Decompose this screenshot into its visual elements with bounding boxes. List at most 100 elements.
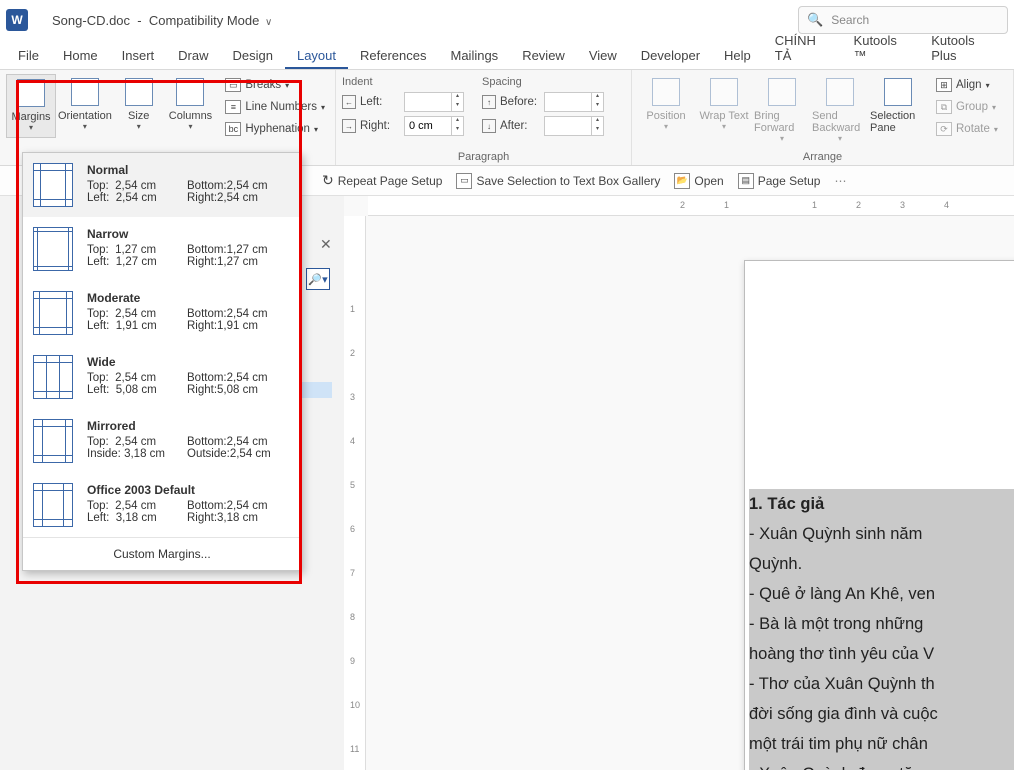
space-after-input[interactable]: ▴▾ [544, 116, 604, 136]
tab-kutools-plus[interactable]: Kutools Plus [919, 27, 1008, 69]
group-label: Group [956, 101, 988, 113]
columns-button[interactable]: Columns ▾ [166, 74, 216, 138]
margin-option-office-2003-default[interactable]: Office 2003 DefaultTop: 2,54 cmBottom:2,… [23, 473, 301, 537]
selpane-label: Selection Pane [870, 110, 926, 134]
tab-help[interactable]: Help [712, 42, 763, 69]
tab-layout[interactable]: Layout [285, 42, 348, 69]
space-before-input[interactable]: ▴▾ [544, 92, 604, 112]
horizontal-ruler[interactable]: 211234 [368, 196, 1014, 216]
indent-header: Indent [342, 76, 464, 88]
doc-line[interactable]: - Xuân Quỳnh được tặng [749, 759, 1014, 770]
indent-right-input[interactable]: ▴▾ [404, 116, 464, 136]
custom-margins-button[interactable]: Custom Margins... [23, 537, 301, 570]
selection-pane-icon [884, 78, 912, 106]
margins-icon [17, 79, 45, 107]
chevron-down-icon: ▾ [83, 122, 87, 131]
vertical-ruler[interactable]: 12345678910111213 [344, 216, 366, 770]
align-label: Align [956, 79, 982, 91]
tab-insert[interactable]: Insert [110, 42, 167, 69]
textbox-gallery-icon: ▭ [456, 173, 472, 189]
doc-line[interactable]: - Thơ của Xuân Quỳnh th [749, 669, 1014, 699]
margins-button[interactable]: Margins ▾ [6, 74, 56, 138]
space-before-icon: ↑ [482, 95, 496, 109]
margin-preview-icon [33, 163, 73, 207]
breaks-label: Breaks [245, 79, 281, 91]
doc-line[interactable]: một trái tim phụ nữ chân [749, 729, 1014, 759]
doc-line[interactable]: - Bà là một trong những [749, 609, 1014, 639]
search-placeholder: Search [831, 13, 869, 27]
tab-mailings[interactable]: Mailings [439, 42, 511, 69]
tab-file[interactable]: File [6, 42, 51, 69]
nav-highlight [302, 382, 332, 398]
send-backward-icon [826, 78, 854, 106]
group-icon: ⧉ [936, 100, 952, 114]
tab-home[interactable]: Home [51, 42, 110, 69]
spacing-header: Spacing [482, 76, 604, 88]
repeat-button[interactable]: ↻Repeat Page Setup [322, 172, 442, 189]
line-numbers-label: Line Numbers [245, 101, 317, 113]
overflow-button[interactable]: ⋯ [834, 174, 846, 188]
paragraph-group-label: Paragraph [342, 149, 625, 163]
doc-line[interactable]: hoàng thơ tình yêu của V [749, 639, 1014, 669]
tab-review[interactable]: Review [510, 42, 577, 69]
hyphenation-button[interactable]: bcHyphenation ▾ [221, 120, 329, 138]
rotate-icon: ⟳ [936, 122, 952, 136]
size-icon [125, 78, 153, 106]
margin-option-normal[interactable]: NormalTop: 2,54 cmBottom:2,54 cmLeft: 2,… [23, 153, 301, 217]
doc-line[interactable]: đời sống gia đình và cuộc [749, 699, 1014, 729]
doc-line[interactable]: 1. Tác giả [749, 489, 1014, 519]
margin-option-mirrored[interactable]: MirroredTop: 2,54 cmBottom:2,54 cmInside… [23, 409, 301, 473]
size-button[interactable]: Size ▾ [114, 74, 164, 138]
breaks-button[interactable]: ▭Breaks ▾ [221, 76, 329, 94]
tab-references[interactable]: References [348, 42, 438, 69]
chevron-down-icon[interactable]: ∨ [265, 17, 272, 28]
align-button[interactable]: ⊞Align ▾ [932, 76, 1002, 94]
selection-pane-button[interactable]: Selection Pane [870, 74, 926, 143]
search-pane-button[interactable]: 🔎▾ [306, 268, 330, 290]
margin-option-wide[interactable]: WideTop: 2,54 cmBottom:2,54 cmLeft: 5,08… [23, 345, 301, 409]
line-numbers-button[interactable]: ≡Line Numbers ▾ [221, 98, 329, 116]
margin-preview-icon [33, 227, 73, 271]
space-after-icon: ↓ [482, 119, 496, 133]
margin-option-moderate[interactable]: ModerateTop: 2,54 cmBottom:2,54 cmLeft: … [23, 281, 301, 345]
margin-option-name: Narrow [87, 227, 291, 241]
breaks-icon: ▭ [225, 78, 241, 92]
tab-developer[interactable]: Developer [629, 42, 712, 69]
page-setup-label: Page Setup [758, 174, 821, 188]
tab-design[interactable]: Design [221, 42, 285, 69]
compat-mode: Compatibility Mode [149, 13, 260, 28]
doc-line[interactable]: Quỳnh. [749, 549, 1014, 579]
margins-label: Margins [11, 111, 50, 123]
open-button[interactable]: 📂Open [674, 173, 723, 189]
tab-view[interactable]: View [577, 42, 629, 69]
close-icon[interactable]: ✕ [320, 236, 332, 253]
doc-line[interactable]: - Xuân Quỳnh sinh năm [749, 519, 1014, 549]
orientation-label: Orientation [58, 110, 112, 122]
indent-left-icon: ← [342, 95, 356, 109]
page[interactable]: 1. Tác giả- Xuân Quỳnh sinh nămQuỳnh.- Q… [744, 260, 1014, 770]
indent-left-input[interactable]: ▴▾ [404, 92, 464, 112]
margin-option-narrow[interactable]: NarrowTop: 1,27 cmBottom:1,27 cmLeft: 1,… [23, 217, 301, 281]
page-content[interactable]: 1. Tác giả- Xuân Quỳnh sinh nămQuỳnh.- Q… [745, 489, 1014, 770]
wrap-text-icon [710, 78, 738, 106]
doc-line[interactable]: - Quê ở làng An Khê, ven [749, 579, 1014, 609]
rotate-button: ⟳Rotate ▾ [932, 120, 1002, 138]
orientation-button[interactable]: Orientation ▾ [58, 74, 112, 138]
wrap-text-button: Wrap Text▾ [696, 74, 752, 143]
group-page-setup: Margins ▾ Orientation ▾ Size ▾ Columns ▾… [0, 70, 336, 165]
word-app-icon: W [6, 9, 28, 31]
rotate-label: Rotate [956, 123, 990, 135]
repeat-label: Repeat Page Setup [338, 174, 443, 188]
tab-chính-tả[interactable]: CHÍNH TẢ [763, 27, 842, 69]
send-backward-button: Send Backward▾ [812, 74, 868, 143]
open-label: Open [694, 174, 723, 188]
arrange-group-label: Arrange [638, 149, 1007, 163]
save-selection-button[interactable]: ▭Save Selection to Text Box Gallery [456, 173, 660, 189]
group-button: ⧉Group ▾ [932, 98, 1002, 116]
tab-draw[interactable]: Draw [166, 42, 220, 69]
margin-option-name: Mirrored [87, 419, 291, 433]
position-label: Position [646, 110, 685, 122]
tab-kutools-™[interactable]: Kutools ™ [842, 27, 920, 69]
file-name: Song-CD.doc [52, 13, 130, 28]
page-setup-button[interactable]: ▤Page Setup [738, 173, 821, 189]
